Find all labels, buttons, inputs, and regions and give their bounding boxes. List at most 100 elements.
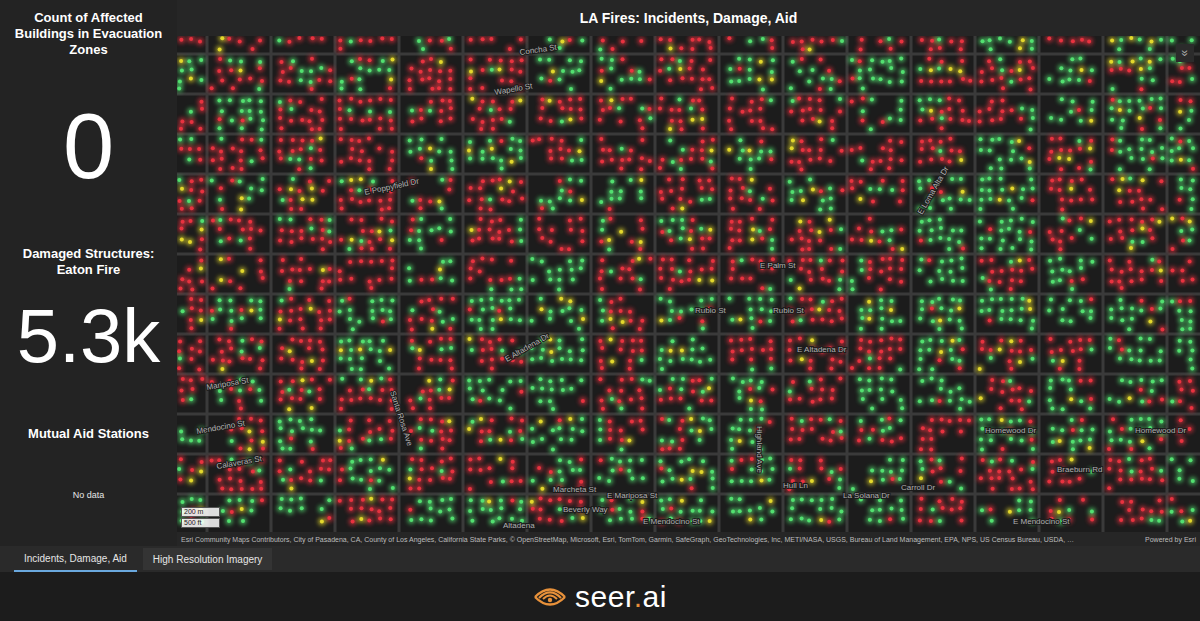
building-dot[interactable]	[349, 156, 353, 160]
building-dot[interactable]	[827, 69, 831, 73]
building-dot[interactable]	[761, 37, 765, 41]
building-dot[interactable]	[829, 207, 833, 211]
building-dot[interactable]	[259, 229, 263, 233]
building-dot[interactable]	[1070, 236, 1074, 240]
building-dot[interactable]	[500, 166, 504, 170]
building-dot[interactable]	[889, 148, 893, 152]
building-dot[interactable]	[791, 99, 795, 103]
building-dot[interactable]	[579, 108, 583, 112]
building-dot[interactable]	[728, 67, 732, 71]
building-dot[interactable]	[349, 97, 353, 101]
building-dot[interactable]	[640, 358, 644, 362]
building-dot[interactable]	[198, 40, 202, 44]
building-dot[interactable]	[818, 87, 822, 91]
building-dot[interactable]	[1118, 108, 1122, 112]
building-dot[interactable]	[1090, 197, 1094, 201]
building-dot[interactable]	[801, 148, 805, 152]
building-dot[interactable]	[1061, 307, 1065, 311]
building-dot[interactable]	[258, 60, 262, 64]
building-dot[interactable]	[481, 179, 485, 183]
building-dot[interactable]	[1089, 167, 1093, 171]
building-dot[interactable]	[249, 309, 253, 313]
building-dot[interactable]	[958, 299, 962, 303]
building-dot[interactable]	[870, 98, 874, 102]
building-dot[interactable]	[500, 78, 504, 82]
building-dot[interactable]	[931, 319, 935, 323]
building-dot[interactable]	[678, 316, 682, 320]
building-dot[interactable]	[790, 190, 794, 194]
building-dot[interactable]	[309, 146, 313, 150]
building-dot[interactable]	[490, 147, 494, 151]
building-dot[interactable]	[828, 218, 832, 222]
building-dot[interactable]	[690, 59, 694, 63]
building-dot[interactable]	[858, 59, 862, 63]
building-dot[interactable]	[979, 198, 983, 202]
building-dot[interactable]	[990, 138, 994, 142]
building-dot[interactable]	[180, 238, 184, 242]
building-dot[interactable]	[927, 258, 931, 262]
building-dot[interactable]	[871, 77, 875, 81]
building-dot[interactable]	[888, 238, 892, 242]
building-dot[interactable]	[489, 297, 493, 301]
building-dot[interactable]	[901, 70, 905, 74]
building-dot[interactable]	[710, 167, 714, 171]
building-dot[interactable]	[538, 58, 542, 62]
building-dot[interactable]	[707, 179, 711, 183]
building-dot[interactable]	[879, 270, 883, 274]
building-dot[interactable]	[710, 148, 714, 152]
building-dot[interactable]	[701, 77, 705, 81]
building-dot[interactable]	[257, 87, 261, 91]
building-dot[interactable]	[927, 57, 931, 61]
building-dot[interactable]	[749, 157, 753, 161]
building-dot[interactable]	[748, 58, 752, 62]
building-dot[interactable]	[310, 359, 314, 363]
building-dot[interactable]	[979, 148, 983, 152]
building-dot[interactable]	[258, 308, 262, 312]
building-dot[interactable]	[410, 67, 414, 71]
building-dot[interactable]	[828, 186, 832, 190]
building-dot[interactable]	[679, 119, 683, 123]
building-dot[interactable]	[951, 339, 955, 343]
building-dot[interactable]	[370, 309, 374, 313]
building-dot[interactable]	[469, 266, 473, 270]
building-dot[interactable]	[731, 207, 735, 211]
building-dot[interactable]	[690, 247, 694, 251]
building-dot[interactable]	[440, 178, 444, 182]
building-dot[interactable]	[548, 200, 552, 204]
building-dot[interactable]	[338, 38, 342, 42]
building-dot[interactable]	[858, 197, 862, 201]
building-dot[interactable]	[479, 217, 483, 221]
building-dot[interactable]	[619, 230, 623, 234]
building-dot[interactable]	[380, 37, 384, 41]
building-dot[interactable]	[987, 107, 991, 111]
building-dot[interactable]	[199, 318, 203, 322]
building-dot[interactable]	[857, 227, 861, 231]
building-dot[interactable]	[188, 240, 192, 244]
building-dot[interactable]	[898, 199, 902, 203]
building-dot[interactable]	[648, 78, 652, 82]
building-dot[interactable]	[548, 38, 552, 42]
building-dot[interactable]	[509, 259, 513, 263]
building-dot[interactable]	[248, 236, 252, 240]
building-dot[interactable]	[670, 309, 674, 313]
building-dot[interactable]	[988, 149, 992, 153]
building-dot[interactable]	[278, 78, 282, 82]
building-dot[interactable]	[247, 197, 251, 201]
building-dot[interactable]	[1170, 217, 1174, 221]
building-dot[interactable]	[577, 68, 581, 72]
building-dot[interactable]	[940, 260, 944, 264]
building-dot[interactable]	[889, 157, 893, 161]
building-dot[interactable]	[319, 66, 323, 70]
building-dot[interactable]	[601, 108, 605, 112]
building-dot[interactable]	[619, 120, 623, 124]
building-dot[interactable]	[410, 308, 414, 312]
building-dot[interactable]	[291, 149, 295, 153]
building-dot[interactable]	[309, 307, 313, 311]
building-dot[interactable]	[438, 268, 442, 272]
building-dot[interactable]	[310, 139, 314, 143]
building-dot[interactable]	[829, 197, 833, 201]
building-dot[interactable]	[768, 319, 772, 323]
building-dot[interactable]	[439, 358, 443, 362]
building-dot[interactable]	[288, 279, 292, 283]
building-dot[interactable]	[358, 158, 362, 162]
